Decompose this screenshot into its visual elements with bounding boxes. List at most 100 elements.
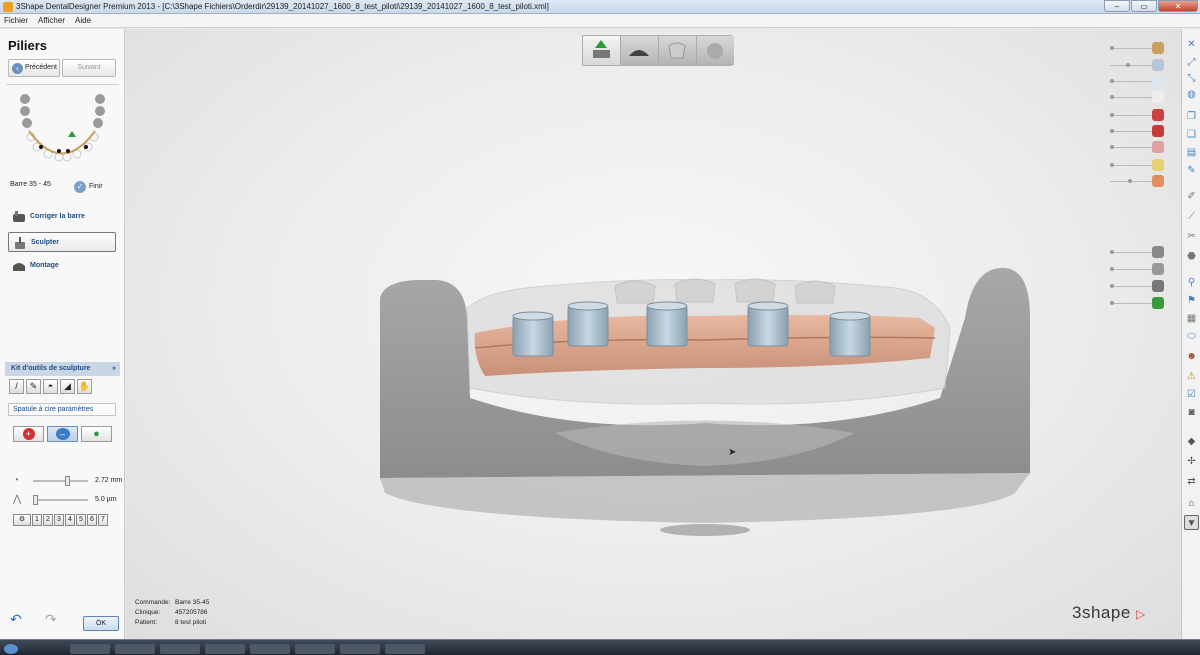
- face-icon[interactable]: ☻: [1184, 349, 1199, 364]
- bar-view-toggle-icon[interactable]: ▼: [1184, 515, 1199, 530]
- abutment-icon[interactable]: ⌂: [1184, 496, 1199, 511]
- cylinder-icon[interactable]: ⬭: [1184, 329, 1199, 344]
- image-icon[interactable]: ▦: [1184, 311, 1199, 326]
- tool-blue-icon[interactable]: ⚲: [1184, 275, 1199, 290]
- close-button[interactable]: ✕: [1158, 0, 1198, 12]
- redo-icon[interactable]: ↷: [45, 611, 57, 628]
- edit-icon[interactable]: ✎: [1184, 163, 1199, 178]
- copy-view-icon[interactable]: ❐: [1184, 109, 1199, 124]
- step-slider-knob[interactable]: [33, 495, 38, 505]
- view-toggle-bar[interactable]: [621, 36, 659, 65]
- taskbar-item[interactable]: [250, 644, 290, 654]
- fit-view-icon[interactable]: ⤢: [1184, 55, 1199, 70]
- dental-model-render[interactable]: [375, 258, 1045, 543]
- start-button[interactable]: [4, 644, 18, 654]
- remove-wax-button[interactable]: –: [47, 426, 78, 442]
- view-toggle-antagonist[interactable]: [697, 36, 734, 65]
- preset-settings-icon[interactable]: ⚙: [13, 514, 31, 526]
- page-icon[interactable]: ▤: [1184, 145, 1199, 160]
- next-button[interactable]: Suivant: [62, 59, 116, 77]
- visibility-slider-abutment-3[interactable]: [1106, 279, 1166, 293]
- taskbar-item[interactable]: [385, 644, 425, 654]
- visibility-slider-scan[interactable]: [1106, 58, 1166, 72]
- smooth-tool-icon[interactable]: ✎: [26, 379, 41, 394]
- undo-icon[interactable]: ↶: [10, 611, 22, 628]
- menu-help[interactable]: Aide: [75, 14, 91, 27]
- brand-logo-text: 3shape: [1072, 603, 1131, 622]
- preset-5-button[interactable]: 5: [76, 514, 86, 526]
- layers-icon[interactable]: ❏: [1184, 127, 1199, 142]
- visibility-slider-wax[interactable]: [1106, 74, 1166, 88]
- ok-button[interactable]: OK: [83, 616, 119, 631]
- add-wax-button[interactable]: +: [13, 426, 44, 442]
- taskbar-item[interactable]: [295, 644, 335, 654]
- shape-tool-icon[interactable]: ◢: [60, 379, 75, 394]
- wax-mode-buttons: + – ●: [13, 426, 112, 442]
- view-toggle-prep[interactable]: [583, 36, 621, 65]
- visibility-slider-soft[interactable]: [1106, 90, 1166, 104]
- tool-setup[interactable]: Montage: [8, 256, 116, 276]
- prep-view-icon: [593, 40, 610, 58]
- axis-icon[interactable]: ✢: [1184, 454, 1199, 469]
- visibility-slider-gum[interactable]: [1106, 124, 1166, 138]
- size-slider[interactable]: [33, 476, 88, 486]
- wax-knife-icon[interactable]: /: [9, 379, 24, 394]
- rotate-icon[interactable]: ◍: [1184, 87, 1199, 102]
- zoom-icon[interactable]: ⤡: [1184, 71, 1199, 86]
- view-toggle-tooth[interactable]: [659, 36, 697, 65]
- taskbar: [0, 639, 1200, 655]
- tool-correct-bar[interactable]: Corriger la barre: [8, 207, 116, 227]
- clinic-value: 457205786: [175, 609, 208, 616]
- plus-icon: +: [22, 428, 35, 440]
- collapse-icon[interactable]: »: [112, 362, 116, 376]
- step-slider[interactable]: [33, 495, 88, 505]
- preset-4-button[interactable]: 4: [65, 514, 75, 526]
- minimize-button[interactable]: –: [1104, 0, 1130, 12]
- shape-icon[interactable]: ⬣: [1184, 249, 1199, 264]
- anatomy-tool-icon[interactable]: ✋: [77, 379, 92, 394]
- preset-6-button[interactable]: 6: [87, 514, 97, 526]
- visibility-slider-model[interactable]: [1106, 41, 1166, 55]
- visibility-slider-crown[interactable]: [1106, 158, 1166, 172]
- visibility-slider-tool[interactable]: [1106, 108, 1166, 122]
- preset-3-button[interactable]: 3: [54, 514, 64, 526]
- preset-7-button[interactable]: 7: [98, 514, 108, 526]
- visibility-slider-abutment-1[interactable]: [1106, 245, 1166, 259]
- scale-icon[interactable]: ⇄: [1184, 474, 1199, 489]
- finish-button[interactable]: ✓ Finir: [74, 181, 103, 193]
- brush-icon[interactable]: ✐: [1184, 189, 1199, 204]
- visibility-slider-abutment-4[interactable]: [1106, 296, 1166, 310]
- bar-view-icon: [629, 50, 649, 56]
- tool-sculpt[interactable]: Sculpter: [8, 232, 116, 252]
- window-title: 3Shape DentalDesigner Premium 2013 - [C:…: [16, 2, 549, 11]
- gem-icon[interactable]: ◆: [1184, 434, 1199, 449]
- warning-icon[interactable]: ⚠: [1184, 369, 1199, 384]
- preset-2-button[interactable]: 2: [43, 514, 53, 526]
- cut-icon[interactable]: ✂: [1184, 229, 1199, 244]
- taskbar-item[interactable]: [115, 644, 155, 654]
- camera-icon[interactable]: ◙: [1184, 405, 1199, 420]
- size-value: 2.72 mm: [95, 477, 123, 484]
- jaw-chart-icon[interactable]: [15, 91, 110, 166]
- sculpt-kit-header[interactable]: Kit d'outils de sculpture »: [5, 362, 120, 376]
- previous-button[interactable]: ‹ Précédent: [8, 59, 60, 77]
- probe-icon[interactable]: ⚑: [1184, 293, 1199, 308]
- close-view-icon[interactable]: ✕: [1184, 37, 1199, 52]
- checklist-icon[interactable]: ☑: [1184, 387, 1199, 402]
- morph-tool-icon[interactable]: ◓: [43, 379, 58, 394]
- menu-view[interactable]: Afficher: [38, 14, 65, 27]
- droplet-icon: ●: [93, 428, 100, 440]
- visibility-slider-antagonist[interactable]: [1106, 140, 1166, 154]
- preset-1-button[interactable]: 1: [32, 514, 42, 526]
- measure-icon[interactable]: ⟋: [1184, 209, 1199, 224]
- maximize-button[interactable]: ▭: [1131, 0, 1157, 12]
- visibility-slider-bar[interactable]: [1106, 174, 1166, 188]
- smooth-wax-button[interactable]: ●: [81, 426, 112, 442]
- size-slider-knob[interactable]: [65, 476, 70, 486]
- taskbar-item[interactable]: [340, 644, 380, 654]
- menu-file[interactable]: Fichier: [4, 14, 28, 27]
- taskbar-item[interactable]: [205, 644, 245, 654]
- visibility-slider-abutment-2[interactable]: [1106, 262, 1166, 276]
- taskbar-item[interactable]: [70, 644, 110, 654]
- taskbar-item[interactable]: [160, 644, 200, 654]
